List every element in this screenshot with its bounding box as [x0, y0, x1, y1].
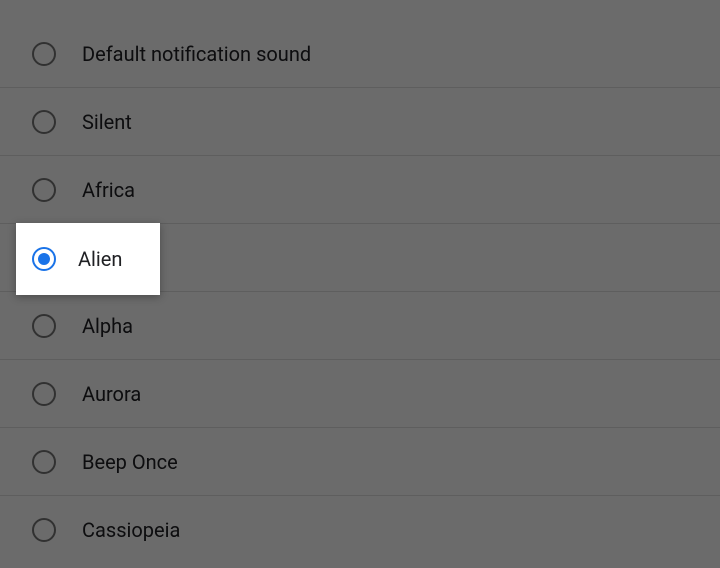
sound-label: Beep Once: [82, 450, 178, 474]
radio-icon: [32, 450, 56, 474]
radio-icon: [32, 518, 56, 542]
sound-option-africa[interactable]: Africa: [0, 156, 720, 224]
sound-label: Africa: [82, 178, 135, 202]
sound-label: Alpha: [82, 314, 133, 338]
sound-label: Aurora: [82, 382, 141, 406]
sound-label: Cassiopeia: [82, 518, 180, 542]
radio-icon-selected: [32, 247, 56, 271]
radio-icon: [32, 314, 56, 338]
radio-icon: [32, 382, 56, 406]
sound-label: Silent: [82, 110, 132, 134]
sound-option-beep-once[interactable]: Beep Once: [0, 428, 720, 496]
sound-option-alpha[interactable]: Alpha: [0, 292, 720, 360]
highlight-callout: Alien: [16, 223, 160, 295]
radio-icon: [32, 110, 56, 134]
sound-option-default[interactable]: Default notification sound: [0, 20, 720, 88]
sound-option-cassiopeia[interactable]: Cassiopeia: [0, 496, 720, 564]
radio-icon: [32, 178, 56, 202]
sound-label: Default notification sound: [82, 42, 311, 66]
highlight-label: Alien: [78, 247, 122, 271]
sound-option-silent[interactable]: Silent: [0, 88, 720, 156]
radio-icon: [32, 42, 56, 66]
sound-option-aurora[interactable]: Aurora: [0, 360, 720, 428]
